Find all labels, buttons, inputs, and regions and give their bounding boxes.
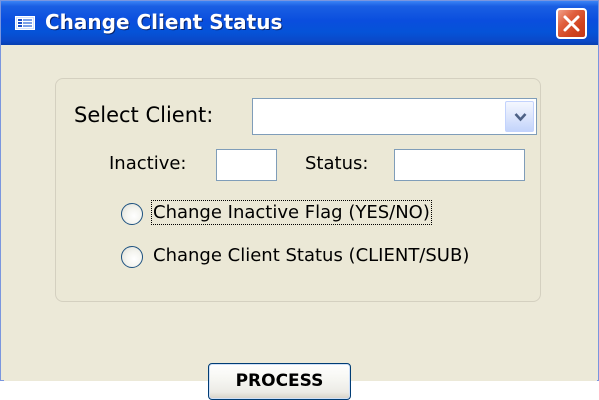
process-button[interactable]: PROCESS xyxy=(208,363,351,400)
select-client-combobox[interactable] xyxy=(252,98,537,135)
window-title: Change Client Status xyxy=(45,10,283,34)
option-label: Change Inactive Flag (YES/NO) xyxy=(151,200,432,225)
close-button[interactable] xyxy=(556,8,587,39)
form-body: Select Client: Inactive: Status: Change … xyxy=(4,45,597,400)
select-client-dropdown-button[interactable] xyxy=(505,101,534,132)
status-field[interactable] xyxy=(394,149,525,181)
radio-button[interactable] xyxy=(121,246,143,268)
close-icon xyxy=(563,15,580,32)
title-bar[interactable]: Change Client Status xyxy=(1,1,598,45)
inactive-label: Inactive: xyxy=(109,153,187,174)
status-label: Status: xyxy=(305,153,369,174)
form-icon xyxy=(15,16,35,30)
change-client-status-window: Change Client Status Select Client: Inac… xyxy=(0,0,599,400)
radio-button[interactable] xyxy=(121,203,143,225)
inactive-field[interactable] xyxy=(216,149,277,181)
option-label: Change Client Status (CLIENT/SUB) xyxy=(153,245,470,266)
select-client-label: Select Client: xyxy=(74,103,214,127)
chevron-down-icon xyxy=(514,113,527,122)
